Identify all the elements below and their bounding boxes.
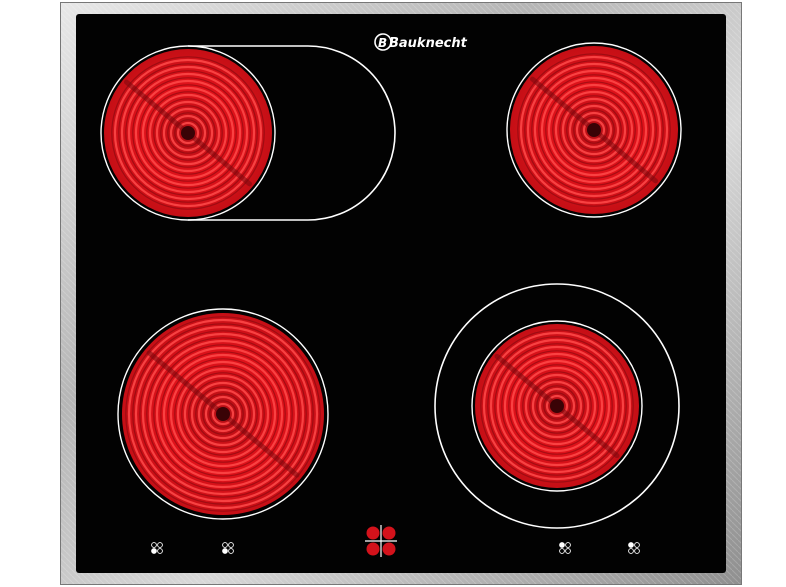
brand-name: Bauknecht xyxy=(389,36,468,51)
coil-center xyxy=(550,399,564,413)
coil-center xyxy=(181,126,195,140)
coil-center xyxy=(216,407,230,421)
coil-center xyxy=(587,123,601,137)
brand-logo: B Bauknecht xyxy=(374,33,468,51)
svg-text:B: B xyxy=(378,36,387,50)
hot-surface-indicator-icon xyxy=(365,525,397,557)
cooktop-photo: B Bauknecht xyxy=(60,2,742,585)
